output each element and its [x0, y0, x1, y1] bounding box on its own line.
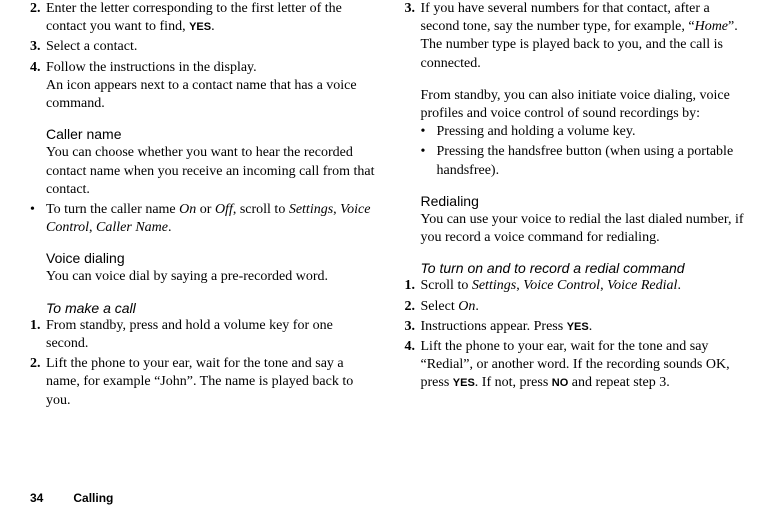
- bullet-text: To turn the caller name On or Off, scrol…: [46, 201, 377, 237]
- subheading: Voice dialing: [46, 249, 377, 267]
- list-text: Instructions appear. Press YES.: [421, 318, 752, 336]
- text: The number type is played back to you, a…: [421, 37, 723, 70]
- bullet: •: [30, 201, 46, 237]
- list-text: Follow the instructions in the display. …: [46, 59, 377, 114]
- page-footer: 34 Calling: [30, 491, 113, 507]
- list-item: 1. Scroll to Settings, Voice Control, Vo…: [405, 277, 752, 295]
- text: and repeat step 3.: [568, 375, 669, 390]
- text: To turn the caller name: [46, 202, 179, 217]
- text: ,: [89, 220, 96, 235]
- italic: Settings: [289, 202, 333, 217]
- page-number: 34: [30, 491, 43, 505]
- text: .: [589, 319, 593, 334]
- list-text: Select a contact.: [46, 38, 377, 56]
- paragraph: You can voice dial by saying a pre-recor…: [46, 268, 377, 286]
- text: ,: [600, 278, 607, 293]
- text: ”.: [728, 19, 738, 34]
- list-text: From standby, press and hold a volume ke…: [46, 317, 377, 353]
- italic: On: [179, 202, 196, 217]
- paragraph: From standby, you can also initiate voic…: [421, 87, 752, 123]
- list-item: 3. Instructions appear. Press YES.: [405, 318, 752, 336]
- right-column: 3. If you have several numbers for that …: [405, 0, 752, 412]
- bullet-text: Pressing and holding a volume key.: [437, 123, 752, 141]
- yes-key: YES: [567, 321, 589, 333]
- yes-key: YES: [453, 377, 475, 389]
- list-number: 1.: [405, 277, 421, 295]
- text: . If not, press: [475, 375, 552, 390]
- list-item: 1. From standby, press and hold a volume…: [30, 317, 377, 353]
- bullet-text: Pressing the handsfree button (when usin…: [437, 143, 752, 179]
- text: .: [475, 299, 479, 314]
- text: , scroll to: [233, 202, 289, 217]
- text: Instructions appear. Press: [421, 319, 567, 334]
- bullet-item: • To turn the caller name On or Off, scr…: [30, 201, 377, 237]
- italic: Voice Control: [523, 278, 600, 293]
- list-number: 4.: [30, 59, 46, 114]
- bullet: •: [421, 123, 437, 141]
- text: Scroll to: [421, 278, 472, 293]
- list-item: 4. Follow the instructions in the displa…: [30, 59, 377, 114]
- list-text: Scroll to Settings, Voice Control, Voice…: [421, 277, 752, 295]
- list-text: Select On.: [421, 298, 752, 316]
- text: .: [677, 278, 681, 293]
- list-number: 2.: [30, 0, 46, 36]
- voice-dialing-section: Voice dialing You can voice dial by sayi…: [46, 249, 377, 286]
- text: Select: [421, 299, 459, 314]
- paragraph: You can choose whether you want to hear …: [46, 144, 377, 199]
- list-item: 3. If you have several numbers for that …: [405, 0, 752, 73]
- no-key: NO: [552, 377, 569, 389]
- text: If you have several numbers for that con…: [421, 1, 710, 34]
- bullet-item: • Pressing and holding a volume key.: [421, 123, 752, 141]
- subheading: Redialing: [421, 192, 752, 210]
- italic: Voice Redial: [607, 278, 677, 293]
- list-number: 1.: [30, 317, 46, 353]
- italic: Caller Name: [96, 220, 168, 235]
- italic: Home: [695, 19, 728, 34]
- section-name: Calling: [73, 491, 113, 505]
- text: .: [211, 19, 215, 34]
- procedure-title: To turn on and to record a redial comman…: [421, 259, 752, 277]
- text: or: [196, 202, 215, 217]
- list-text: Enter the letter corresponding to the fi…: [46, 0, 377, 36]
- italic: Off: [215, 202, 233, 217]
- list-item: 4. Lift the phone to your ear, wait for …: [405, 338, 752, 393]
- list-number: 3.: [405, 0, 421, 73]
- list-number: 2.: [30, 355, 46, 410]
- list-text: If you have several numbers for that con…: [421, 0, 752, 73]
- list-number: 2.: [405, 298, 421, 316]
- list-item: 2. Select On.: [405, 298, 752, 316]
- yes-key: YES: [189, 21, 211, 33]
- list-number: 4.: [405, 338, 421, 393]
- caller-name-section: Caller name You can choose whether you w…: [46, 125, 377, 199]
- text: Follow the instructions in the display.: [46, 60, 257, 75]
- list-number: 3.: [405, 318, 421, 336]
- subheading: Caller name: [46, 125, 377, 143]
- list-item: 2. Lift the phone to your ear, wait for …: [30, 355, 377, 410]
- text: .: [168, 220, 172, 235]
- italic: On: [458, 299, 475, 314]
- list-number: 3.: [30, 38, 46, 56]
- list-text: Lift the phone to your ear, wait for the…: [421, 338, 752, 393]
- italic: Settings: [472, 278, 516, 293]
- list-item: 2. Enter the letter corresponding to the…: [30, 0, 377, 36]
- paragraph: You can use your voice to redial the las…: [421, 211, 752, 247]
- list-item: 3. Select a contact.: [30, 38, 377, 56]
- bullet: •: [421, 143, 437, 179]
- redialing-section: Redialing You can use your voice to redi…: [421, 192, 752, 248]
- left-column: 2. Enter the letter corresponding to the…: [30, 0, 377, 412]
- procedure-title: To make a call: [46, 299, 377, 317]
- list-text: Lift the phone to your ear, wait for the…: [46, 355, 377, 410]
- text: An icon appears next to a contact name t…: [46, 78, 357, 111]
- bullet-item: • Pressing the handsfree button (when us…: [421, 143, 752, 179]
